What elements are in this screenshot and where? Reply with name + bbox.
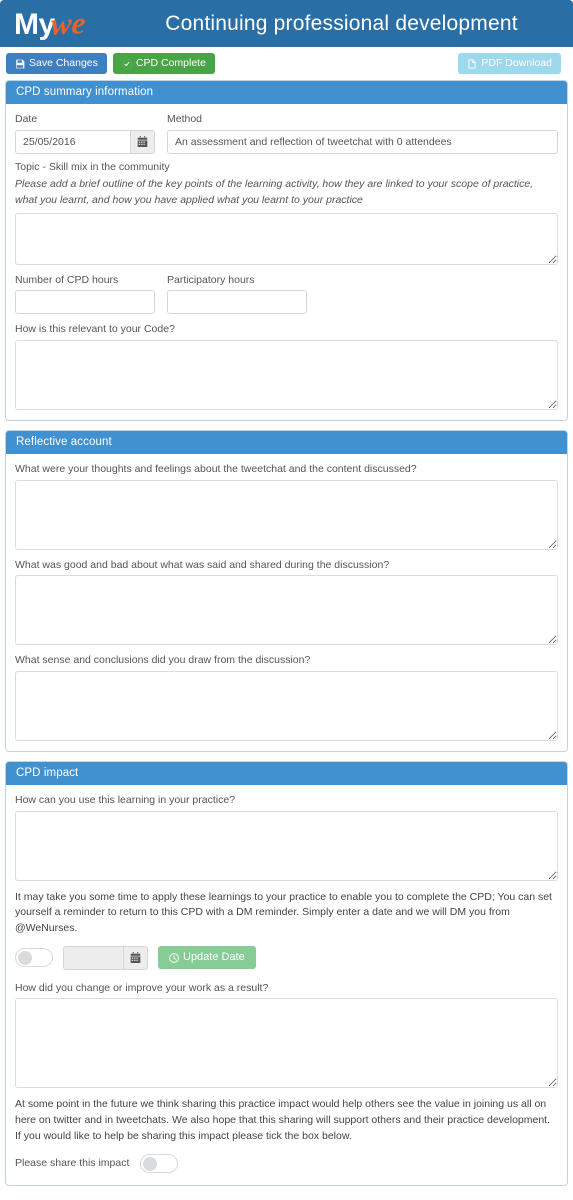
cpd-summary-body: Date Method — [6, 104, 567, 420]
check-circle-icon — [122, 58, 132, 69]
cpd-hours-input[interactable] — [15, 290, 155, 315]
use-learning-label: How can you use this learning in your pr… — [15, 793, 236, 806]
reflective-q2-textarea[interactable] — [15, 575, 558, 646]
outline-textarea[interactable] — [15, 212, 558, 265]
participatory-hours-field-group: Participatory hours — [167, 274, 307, 315]
cpd-complete-button[interactable]: CPD Complete — [112, 53, 215, 74]
reminder-toggle[interactable] — [15, 948, 53, 968]
reminder-date-group — [63, 945, 148, 970]
save-changes-label: Save Changes — [29, 57, 98, 70]
file-pdf-icon — [467, 59, 477, 69]
reminder-controls: Update Date — [15, 945, 558, 970]
mywe-logo: My we — [14, 4, 87, 42]
reflective-q2-label: What was good and bad about what was sai… — [15, 558, 390, 571]
save-changes-button[interactable]: Save Changes — [6, 53, 107, 74]
page-title: Continuing professional development — [165, 11, 518, 35]
pdf-download-label: PDF Download — [481, 57, 552, 70]
change-improve-textarea[interactable] — [15, 998, 558, 1089]
method-field-group: Method — [167, 113, 558, 154]
date-label: Date — [15, 113, 38, 125]
share-impact-controls: Please share this impact — [15, 1153, 558, 1175]
app-header: My we Continuing professional development — [0, 0, 573, 47]
cpd-impact-panel: CPD impact How can you use this learning… — [5, 760, 568, 1186]
reflective-account-panel: Reflective account What were your though… — [5, 430, 568, 752]
share-impact-description: At some point in the future we think sha… — [15, 1098, 551, 1142]
action-toolbar: Save Changes CPD Complete PDF Download — [0, 47, 573, 80]
reflective-q3-textarea[interactable] — [15, 670, 558, 741]
reminder-date-input[interactable] — [63, 945, 123, 970]
clock-icon — [169, 952, 179, 963]
cpd-hours-field-group: Number of CPD hours — [15, 274, 155, 315]
calendar-icon[interactable] — [130, 129, 155, 154]
participatory-hours-input[interactable] — [167, 290, 307, 315]
cpd-impact-body: How can you use this learning in your pr… — [6, 785, 567, 1185]
date-field-group: Date — [15, 113, 155, 154]
cpd-impact-heading: CPD impact — [6, 761, 567, 785]
logo-my-text: My — [14, 7, 55, 41]
method-input[interactable] — [167, 129, 558, 154]
cpd-summary-panel: CPD summary information Date 25/05/2016 … — [5, 80, 568, 421]
use-learning-textarea[interactable] — [15, 810, 558, 881]
cpd-hours-label: Number of CPD hours — [15, 273, 119, 286]
reflective-q3-label: What sense and conclusions did you draw … — [15, 654, 311, 667]
participatory-hours-label: Participatory hours — [167, 273, 255, 286]
code-relevance-textarea[interactable] — [15, 340, 558, 410]
cpd-complete-label: CPD Complete — [135, 57, 206, 70]
calendar-icon[interactable] — [123, 945, 148, 970]
update-date-button[interactable]: Update Date — [158, 946, 256, 970]
reflective-account-heading: Reflective account — [6, 431, 567, 454]
reminder-toggle-knob — [18, 951, 32, 966]
share-impact-label: Please share this impact — [15, 1157, 130, 1170]
cpd-summary-heading: CPD summary information — [6, 81, 567, 104]
reflective-q1-label: What were your thoughts and feelings abo… — [15, 463, 417, 475]
share-impact-toggle[interactable] — [140, 1153, 179, 1173]
pdf-download-button[interactable]: PDF Download — [458, 53, 561, 74]
save-icon — [15, 59, 25, 69]
cpd-form-page: My we Continuing professional development… — [0, 0, 573, 1200]
date-input[interactable] — [15, 129, 130, 154]
reflective-account-body: What were your thoughts and feelings abo… — [6, 454, 567, 751]
method-label: Method — [167, 113, 203, 125]
topic-label: Topic - Skill mix in the community — [15, 160, 170, 173]
share-impact-toggle-knob — [143, 1156, 158, 1171]
change-improve-label: How did you change or improve your work … — [15, 981, 269, 994]
code-relevance-label: How is this relevant to your Code? — [15, 323, 175, 336]
reflective-q1-textarea[interactable] — [15, 479, 558, 550]
update-date-label: Update Date — [183, 951, 245, 964]
reminder-description: It may take you some time to apply these… — [15, 890, 552, 935]
logo-we-text: we — [49, 4, 87, 42]
outline-help-text: Please add a brief outline of the key po… — [15, 178, 534, 206]
